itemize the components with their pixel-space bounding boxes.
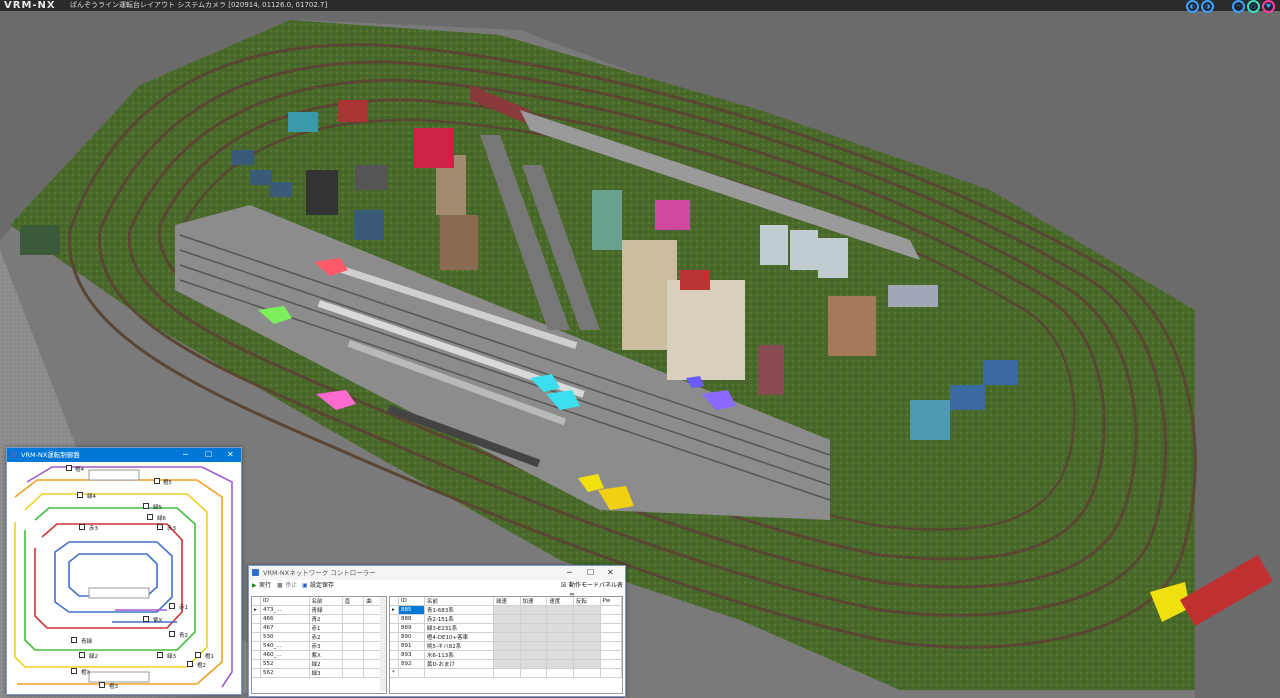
scrollbar[interactable] <box>380 597 386 691</box>
switch-red3a-checkbox[interactable] <box>79 524 85 530</box>
label-orange5: 橙5 <box>163 480 172 486</box>
col-id[interactable]: ID <box>398 597 425 606</box>
col-speed[interactable]: 速度 <box>546 597 574 606</box>
app-icon <box>252 569 259 576</box>
switch-green2-checkbox[interactable] <box>79 652 85 658</box>
label-blue2: 青2 <box>179 633 188 639</box>
save-settings-button[interactable]: 設定保存 <box>310 580 334 591</box>
table-row[interactable]: 467 赤1 <box>252 623 386 633</box>
label-purpleX: 紫X <box>153 618 163 624</box>
label-green3: 緑3 <box>167 654 176 660</box>
switch-orange2-checkbox[interactable] <box>187 661 193 667</box>
col-accel[interactable]: 加速 <box>520 597 548 606</box>
switch-orange3-checkbox[interactable] <box>99 682 105 688</box>
app-logo: VRM-NX <box>4 0 56 11</box>
table-row[interactable]: 466 青2 <box>252 614 386 624</box>
app-icon <box>10 451 17 458</box>
table-row[interactable]: 891 桃5-キハ82系 <box>390 641 623 651</box>
table-row[interactable]: * <box>390 668 623 678</box>
control-panel-window: VRM-NX運転制御盤 ─ ☐ ✕ 橙4 橙5 緑4 緑5 緑6 赤3 赤3 赤… <box>6 447 242 695</box>
col-reverse[interactable]: 反転 <box>573 597 601 606</box>
col-straight[interactable]: 直 <box>342 597 365 606</box>
label-orange1: 橙1 <box>205 654 214 660</box>
label-green5: 緑5 <box>153 505 162 511</box>
table-row[interactable]: 552 緑2 <box>252 659 386 669</box>
switch-bluegreen-checkbox[interactable] <box>71 637 77 643</box>
stop-icon: ■ <box>277 582 283 589</box>
col-decel[interactable]: 減速 <box>493 597 521 606</box>
switch-green6-checkbox[interactable] <box>147 514 153 520</box>
table-row[interactable]: 892 黄D-おまけ <box>390 659 623 669</box>
table-row[interactable]: 893 水6-113系 <box>390 650 623 660</box>
switch-red1-checkbox[interactable] <box>169 603 175 609</box>
table-row[interactable]: 888 赤2-151系 <box>390 614 623 624</box>
control-panel-title: VRM-NX運転制御盤 <box>21 451 80 459</box>
table-row[interactable]: 890 橙4-DE10+客車 <box>390 632 623 642</box>
switch-orange1-checkbox[interactable] <box>195 652 201 658</box>
label-red3b: 赤3 <box>167 526 176 532</box>
network-controller-title: VRM-NXネットワーク コントローラー <box>263 569 376 577</box>
table-row[interactable]: 889 緑3-E231系 <box>390 623 623 633</box>
table-row[interactable]: ▸ 473_... 青緑 <box>252 605 386 615</box>
label-orange3: 橙3 <box>109 684 118 690</box>
col-name[interactable]: 名前 <box>309 597 343 606</box>
window-caption: ぱんぞうライン運転台レイアウト システムカメラ [020914, 01126.0… <box>70 1 328 9</box>
label-red3a: 赤3 <box>89 526 98 532</box>
switch-blue2-checkbox[interactable] <box>169 631 175 637</box>
close-button[interactable]: ✕ <box>227 448 234 462</box>
label-orange4: 橙4 <box>75 467 84 473</box>
minimize-button[interactable]: ─ <box>183 448 188 462</box>
switch-purpleX-checkbox[interactable] <box>143 616 149 622</box>
label-red1: 赤1 <box>179 605 188 611</box>
mode-panel-checkbox[interactable]: ☒ <box>561 580 566 591</box>
label-green4: 緑4 <box>87 494 96 500</box>
stop-button[interactable]: 停止 <box>285 580 297 591</box>
train-grid[interactable]: ID 名前 減速 加速 速度 反転 Pw ▸ 885 青1-683系 888 赤2-1… <box>389 596 623 694</box>
network-controller-window: VRM-NXネットワーク コントローラー ─ ☐ ✕ ▶ 実行 ■ 停止 ▣ 設… <box>248 565 626 697</box>
switch-red3b-checkbox[interactable] <box>157 524 163 530</box>
save-icon: ▣ <box>302 582 308 589</box>
title-bar: VRM-NX ぱんぞうライン運転台レイアウト システムカメラ [020914, … <box>0 0 1280 13</box>
label-orangeX: 橙X <box>81 670 91 676</box>
run-button[interactable]: 実行 <box>259 580 271 591</box>
close-button[interactable]: ✕ <box>607 566 614 580</box>
table-row[interactable]: 530 赤2 <box>252 632 386 642</box>
label-orange2: 橙2 <box>197 663 206 669</box>
run-icon: ▶ <box>252 582 257 589</box>
label-green2: 緑2 <box>89 654 98 660</box>
switch-green4-checkbox[interactable] <box>77 492 83 498</box>
shed <box>20 225 60 255</box>
label-green6: 緑6 <box>157 516 166 522</box>
minimize-button[interactable]: ─ <box>567 566 572 580</box>
control-panel-titlebar[interactable]: VRM-NX運転制御盤 ─ ☐ ✕ <box>7 448 241 462</box>
col-power[interactable]: Pw <box>600 597 623 606</box>
col-name[interactable]: 名前 <box>424 597 494 606</box>
label-bluegreen: 青緑 <box>81 639 93 645</box>
switch-orangeX-checkbox[interactable] <box>71 668 77 674</box>
maximize-button[interactable]: ☐ <box>587 566 594 580</box>
switch-grid[interactable]: ID 名前 直 曲 ▸ 473_... 青緑 466 青2 467 赤1 530 赤2 5… <box>251 596 387 694</box>
table-row[interactable]: 460_... 紫X <box>252 650 386 660</box>
switch-green5-checkbox[interactable] <box>143 503 149 509</box>
switch-orange4-checkbox[interactable] <box>66 465 72 471</box>
col-id[interactable]: ID <box>260 597 310 606</box>
table-row[interactable]: 562 緑3 <box>252 668 386 678</box>
switch-orange5-checkbox[interactable] <box>154 478 160 484</box>
network-controller-titlebar[interactable]: VRM-NXネットワーク コントローラー ─ ☐ ✕ <box>249 566 625 580</box>
toolbar: ▶ 実行 ■ 停止 ▣ 設定保存 ☒ 動作モードパネル表示 <box>249 580 625 600</box>
table-row[interactable]: 540_... 赤3 <box>252 641 386 651</box>
table-row[interactable]: ▸ 885 青1-683系 <box>390 605 623 615</box>
switch-green3-checkbox[interactable] <box>157 652 163 658</box>
maximize-button[interactable]: ☐ <box>205 448 212 462</box>
